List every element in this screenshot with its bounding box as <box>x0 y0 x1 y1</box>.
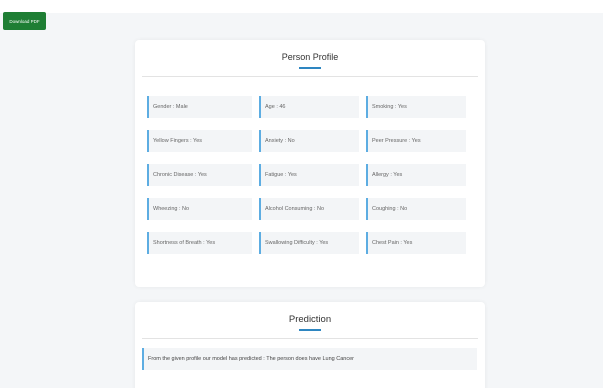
field-allergy: Allergy : Yes <box>366 164 466 186</box>
field-gender: Gender : Male <box>147 96 252 118</box>
field-peer-pressure: Peer Pressure : Yes <box>366 130 466 152</box>
field-anxiety: Anxiety : No <box>259 130 359 152</box>
prediction-title: Prediction <box>288 314 332 325</box>
profile-title: Person Profile <box>281 52 339 62</box>
download-pdf-button[interactable]: Download PDF <box>3 12 46 30</box>
field-alcohol-consuming: Alcohol Consuming : No <box>259 198 359 220</box>
field-wheezing: Wheezing : No <box>147 198 252 220</box>
top-bar <box>0 0 603 13</box>
field-coughing: Coughing : No <box>366 198 466 220</box>
prediction-title-underline <box>299 329 321 331</box>
prediction-result: From the given profile our model has pre… <box>142 348 477 370</box>
field-fatigue: Fatigue : Yes <box>259 164 359 186</box>
field-swallowing-difficulty: Swallowing Difficulty : Yes <box>259 232 359 254</box>
person-profile-card: Person Profile Gender : Male Age : 46 Sm… <box>135 40 485 287</box>
field-yellow-fingers: Yellow Fingers : Yes <box>147 130 252 152</box>
prediction-card: Prediction From the given profile our mo… <box>135 302 485 388</box>
profile-fields-grid: Gender : Male Age : 46 Smoking : Yes Yel… <box>147 96 466 254</box>
profile-divider <box>142 76 478 77</box>
field-age: Age : 46 <box>259 96 359 118</box>
prediction-divider <box>142 338 478 339</box>
profile-title-underline <box>299 67 321 69</box>
field-chest-pain: Chest Pain : Yes <box>366 232 466 254</box>
field-smoking: Smoking : Yes <box>366 96 466 118</box>
field-chronic-disease: Chronic Disease : Yes <box>147 164 252 186</box>
field-shortness-of-breath: Shortness of Breath : Yes <box>147 232 252 254</box>
